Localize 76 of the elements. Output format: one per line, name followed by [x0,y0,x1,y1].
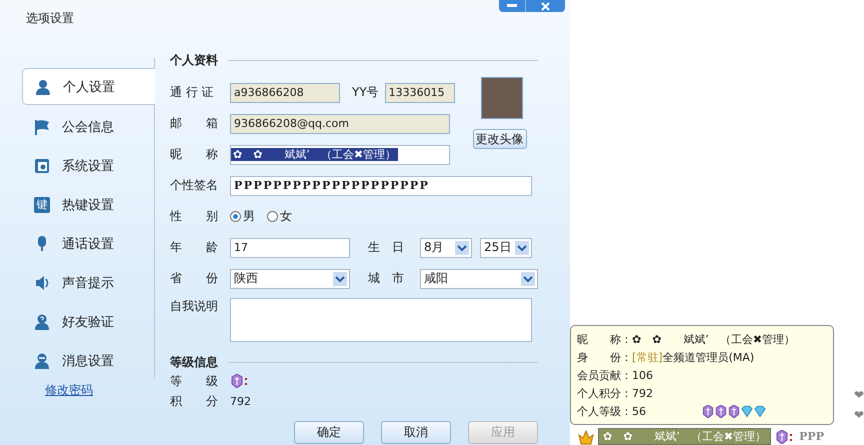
month-dropdown[interactable]: 8月 [420,238,472,258]
field-label: 昵 称 [170,146,219,163]
nickname-field[interactable]: ✿ ✿ 斌斌’ （工会✖管理） [230,144,450,164]
yy-number-field[interactable]: 13336015 [384,82,455,102]
sidebar-item[interactable]: 消息设置 [22,343,154,378]
tooltip-value: 全频道管理员(MA) [662,350,754,364]
shield-badge-icon [715,404,727,418]
key-icon: 键 [34,196,50,212]
gender-radio[interactable]: 男 [230,208,255,225]
chat-nickname: ✿ ✿ 斌斌’ （工会✖管理） [598,428,772,445]
close-icon [541,2,550,10]
person-icon [35,78,51,94]
diamond-badge-icon [741,404,753,418]
section-heading: 个人资料 [170,52,218,69]
flag-icon [34,118,50,134]
tooltip-value: 106 [632,368,653,382]
tooltip-label: 昵 称： [577,332,632,346]
email-field[interactable]: 936866208@qq.com [230,114,450,134]
dialog-button[interactable]: 取消 [381,421,451,444]
change-avatar-button[interactable]: 更改头像 [472,129,527,149]
gender-radio[interactable]: 女 [267,208,292,225]
heart-text: ❤ [854,388,864,402]
field-label: 自我说明 [170,298,219,315]
field-label: 生 日 [368,239,405,256]
sidebar-item[interactable]: 键 热键设置 [22,187,154,222]
minimize-button[interactable] [499,0,525,12]
change-password-link[interactable]: 修改密码 [45,382,93,399]
field-label: 个性签名 [170,177,219,194]
field-label: 积 分 [170,392,219,410]
sidebar-item[interactable]: 个人设置 [22,68,155,105]
close-button[interactable] [525,0,565,12]
sidebar-item[interactable]: 系统设置 [22,148,154,183]
field-label: YY号 [352,84,379,101]
minimize-icon [507,4,517,8]
diamond-badge-icon [754,404,766,418]
passport-field[interactable]: a936866208 [230,82,340,102]
tooltip-label: 会员贡献： [577,368,632,382]
tooltip-label: 个人等级： [577,404,632,418]
level-badge-icon [230,374,250,388]
person-minus-icon [34,352,50,368]
chat-message: PPP [799,430,824,443]
shield-badge-icon [702,404,714,418]
field-label: 城 市 [368,270,405,287]
shield-badge-icon [728,404,740,418]
field-label: 年 龄 [170,239,219,256]
city-dropdown[interactable]: 咸阳 [420,268,538,288]
sidebar-item[interactable]: 通话设置 [22,226,154,261]
province-dropdown[interactable]: 陕西 [230,268,350,288]
person-question-icon [34,314,50,330]
speaker-icon [34,274,50,290]
sidebar-item[interactable]: 好友验证 [22,304,154,339]
dialog-button[interactable]: 确定 [294,421,364,444]
points-value: 792 [230,394,251,408]
field-label: 邮 箱 [170,115,219,132]
heart-text: ❤ [854,408,864,422]
tooltip-value: 56 [632,404,646,418]
age-field[interactable]: 17 [230,238,350,258]
tooltip-value: 792 [632,386,653,400]
tooltip-label: 身 份： [577,350,632,364]
field-label: 省 份 [170,270,219,287]
day-dropdown[interactable]: 25日 [480,238,532,258]
system-icon [34,158,50,174]
section-heading: 等级信息 [170,354,218,371]
field-label: 通 行 证 [170,84,215,101]
window-title: 选项设置 [25,10,75,27]
sidebar-item[interactable]: 声音提示 [22,265,154,300]
sidebar-item[interactable]: 公会信息 [22,109,154,144]
signature-field[interactable]: PPPPPPPPPPPPPPPPPPPP [230,176,532,196]
crown-icon [578,428,594,444]
tooltip-value: ✿ ✿ 斌斌’ （工会✖管理） [632,332,796,346]
about-me-field[interactable] [230,298,532,342]
field-label: 等 级 [170,372,219,390]
tooltip-label: 个人积分： [577,386,632,400]
field-label: 性 别 [170,208,219,225]
avatar-placeholder [480,77,523,119]
tooltip-tag: [常驻] [632,350,663,364]
